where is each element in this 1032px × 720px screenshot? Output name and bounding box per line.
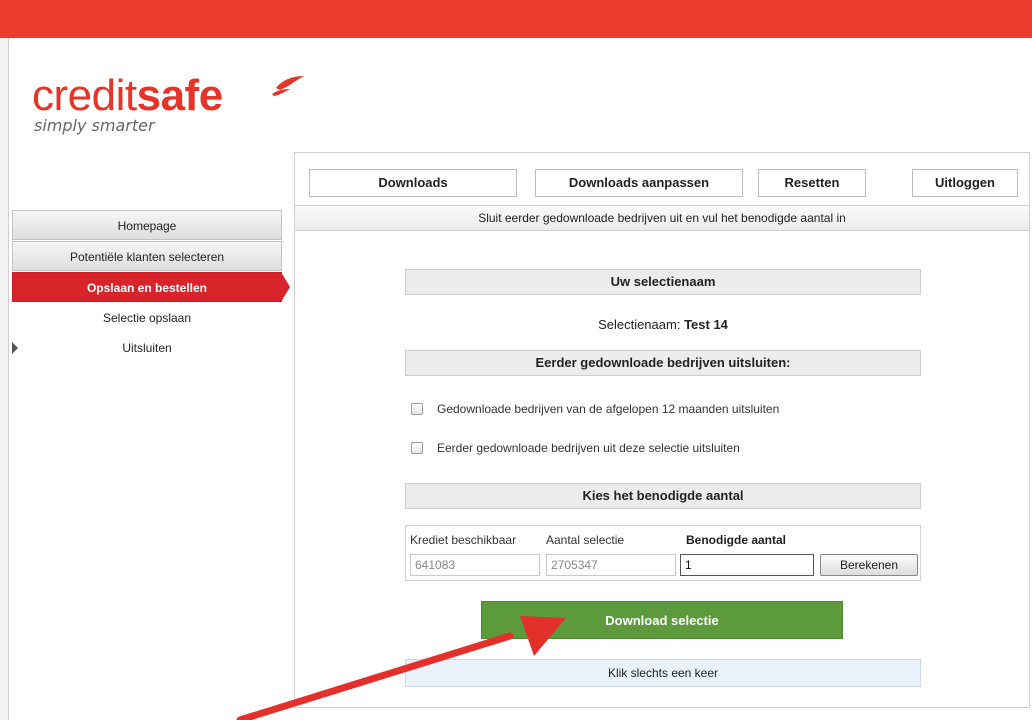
amount-header: Kies het benodigde aantal — [405, 483, 921, 509]
credit-available-field: 641083 — [410, 554, 540, 576]
selection-name-value: Test 14 — [684, 317, 728, 332]
downloads-button[interactable]: Downloads — [309, 169, 517, 197]
downloads-edit-button[interactable]: Downloads aanpassen — [535, 169, 743, 197]
logo-word-safe: safe — [136, 71, 224, 120]
logo-wordmark: creditsafe — [32, 74, 223, 118]
click-once-note: Klik slechts een keer — [405, 659, 921, 687]
sidebar-subitem-label: Uitsluiten — [122, 341, 172, 355]
creditsafe-logo: creditsafe simply smarter — [32, 74, 304, 135]
top-brand-bar — [0, 0, 1032, 38]
selection-name-label: Selectienaam: — [598, 317, 681, 332]
exclude-option-12-months[interactable]: Gedownloade bedrijven van de afgelopen 1… — [411, 402, 779, 416]
exclude-12-months-label: Gedownloade bedrijven van de afgelopen 1… — [437, 402, 780, 416]
download-selection-button[interactable]: Download selectie — [481, 601, 843, 639]
selection-name-header: Uw selectienaam — [405, 269, 921, 295]
exclude-this-selection-label: Eerder gedownloade bedrijven uit deze se… — [437, 441, 740, 455]
main-panel: Downloads Downloads aanpassen Resetten U… — [294, 152, 1030, 708]
amount-form: Krediet beschikbaar Aantal selectie Beno… — [405, 525, 921, 581]
exclude-option-this-selection[interactable]: Eerder gedownloade bedrijven uit deze se… — [411, 441, 740, 455]
sidebar-item-select-prospects[interactable]: Potentiële klanten selecteren — [12, 241, 282, 271]
required-amount-input[interactable]: 1 — [680, 554, 814, 576]
sidebar-subitem-exclude[interactable]: Uitsluiten — [12, 333, 282, 363]
sidebar-subitem-label: Selectie opslaan — [102, 311, 192, 325]
calculate-button[interactable]: Berekenen — [820, 554, 918, 576]
sidebar-subitem-save-selection[interactable]: Selectie opslaan — [12, 303, 282, 333]
sidebar-item-homepage[interactable]: Homepage — [12, 210, 282, 240]
selection-count-label: Aantal selectie — [546, 533, 625, 547]
sidebar-item-save-order[interactable]: Opslaan en bestellen — [12, 272, 290, 302]
logo-word-credit: credit — [32, 71, 137, 120]
exclude-12-months-checkbox[interactable] — [411, 403, 423, 415]
selection-count-field: 2705347 — [546, 554, 676, 576]
sidebar-nav: Homepage Potentiële klanten selecteren O… — [12, 210, 290, 363]
logout-button[interactable]: Uitloggen — [912, 169, 1018, 197]
selection-name-row: Selectienaam: Test 14 — [405, 317, 921, 332]
caret-right-icon — [12, 342, 18, 354]
reset-button[interactable]: Resetten — [758, 169, 866, 197]
exclude-header: Eerder gedownloade bedrijven uitsluiten: — [405, 350, 921, 376]
instruction-bar: Sluit eerder gedownloade bedrijven uit e… — [295, 205, 1029, 231]
exclude-this-selection-checkbox[interactable] — [411, 442, 423, 454]
logo-swoosh-icon — [272, 76, 304, 96]
credit-available-label: Krediet beschikbaar — [410, 533, 517, 547]
required-amount-label: Benodigde aantal — [686, 533, 787, 547]
